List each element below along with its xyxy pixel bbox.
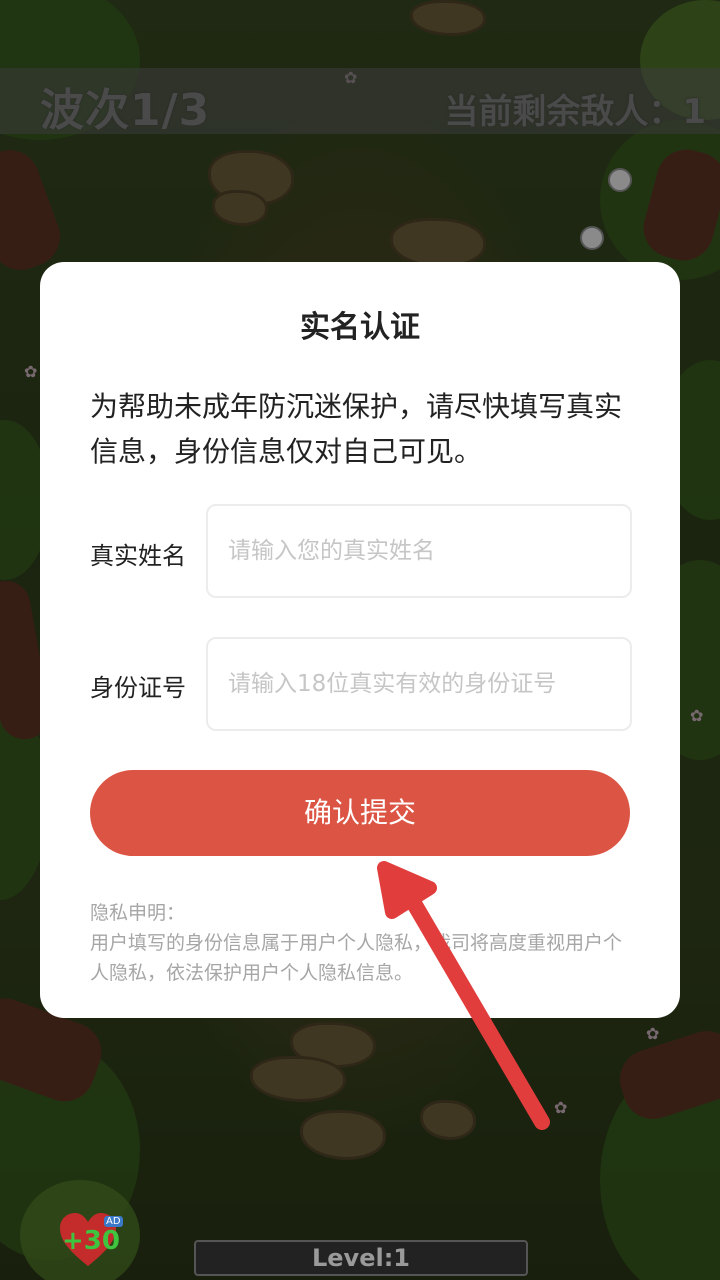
ad-badge: AD (104, 1216, 123, 1227)
real-name-label: 真实姓名 (90, 542, 186, 570)
projectile (580, 226, 604, 250)
wave-counter: 波次1/3 (40, 85, 211, 136)
id-number-label: 身份证号 (90, 674, 186, 702)
privacy-text: 用户填写的身份信息属于用户个人隐私，我司将高度重视用户个人隐私，依法保护用户个人… (90, 932, 623, 984)
privacy-statement: 隐私申明： 用户填写的身份信息属于用户个人隐私，我司将高度重视用户个人隐私，依法… (90, 898, 635, 988)
confirm-submit-button[interactable]: 确认提交 (90, 770, 630, 856)
real-name-verification-dialog: 实名认证 为帮助未成年防沉迷保护，请尽快填写真实信息，身份信息仅对自己可见。 真… (40, 262, 680, 1018)
real-name-input[interactable] (208, 506, 630, 596)
id-number-field (206, 637, 632, 731)
remaining-enemies-counter: 当前剩余敌人：1 (444, 92, 706, 132)
projectile (608, 168, 632, 192)
dialog-title: 实名认证 (300, 310, 420, 345)
id-number-input[interactable] (208, 639, 630, 729)
real-name-field (206, 504, 632, 598)
dialog-description: 为帮助未成年防沉迷保护，请尽快填写真实信息，身份信息仅对自己可见。 (90, 390, 623, 468)
privacy-title: 隐私申明： (90, 902, 186, 924)
level-indicator: Level:1 (194, 1240, 528, 1276)
health-bonus[interactable]: +30 (62, 1226, 120, 1256)
